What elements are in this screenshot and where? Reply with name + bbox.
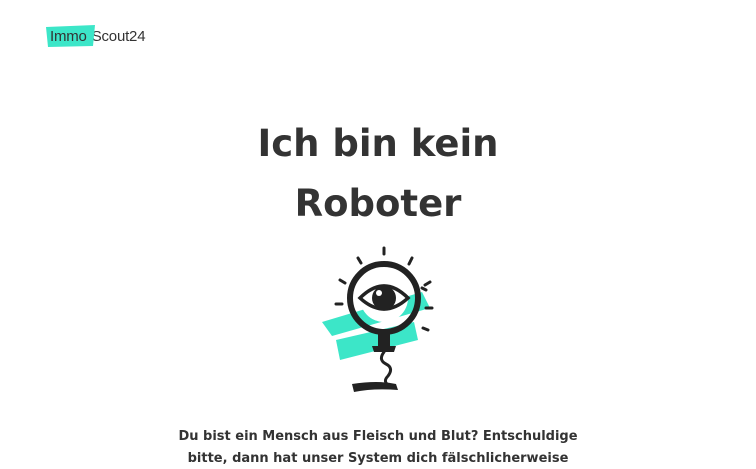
page-title-line-1: Ich bin kein — [257, 122, 499, 165]
explanation-text: Du bist ein Mensch aus Fleisch und Blut?… — [0, 426, 756, 469]
immoscout24-logo[interactable]: Immo Scout24 — [46, 24, 146, 48]
logo-scout-text: Scout24 — [91, 27, 146, 45]
explanation-line-1: Du bist ein Mensch aus Fleisch und Blut?… — [178, 429, 578, 444]
logo-immo-text: Immo — [50, 27, 87, 45]
logo-mark: Immo — [46, 25, 95, 47]
magnifying-glass-eye-icon — [318, 244, 440, 396]
explanation-line-2: bitte, dann hat unser System dich fälsch… — [187, 451, 569, 466]
captcha-page: Immo Scout24 Ich bin kein Roboter Du bis… — [0, 0, 756, 469]
page-title-line-2: Roboter — [294, 182, 462, 225]
page-title: Ich bin kein Roboter — [0, 114, 756, 234]
